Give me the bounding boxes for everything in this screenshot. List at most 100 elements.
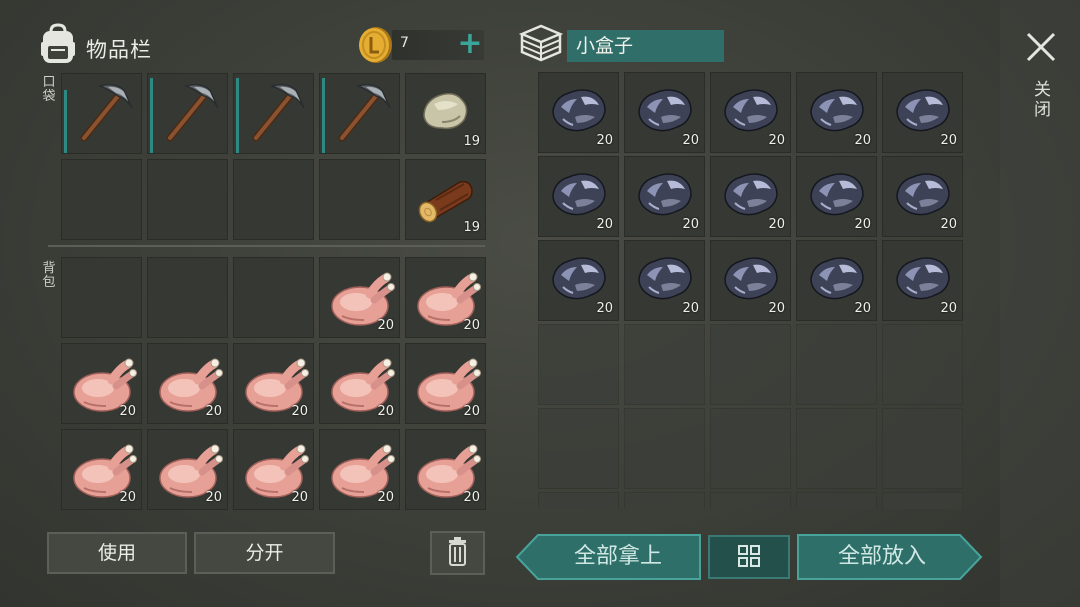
empty-slot[interactable] <box>624 324 705 405</box>
slot-chicken[interactable]: 20 <box>233 429 314 510</box>
slot-iron-ore[interactable]: 20 <box>538 156 619 237</box>
slot-iron-ore[interactable]: 20 <box>538 72 619 153</box>
box-name-field[interactable]: 小盒子 <box>567 30 724 62</box>
empty-slot[interactable] <box>61 159 142 240</box>
empty-slot[interactable] <box>624 492 705 509</box>
item-quantity: 20 <box>854 301 871 316</box>
slot-chicken[interactable]: 20 <box>319 257 400 338</box>
slot-pickaxe[interactable] <box>319 73 400 154</box>
empty-slot[interactable] <box>147 257 228 338</box>
empty-slot[interactable] <box>624 408 705 489</box>
empty-slot[interactable] <box>882 324 963 405</box>
close-icon[interactable] <box>1024 30 1058 64</box>
item-quantity: 20 <box>119 490 136 505</box>
item-quantity: 20 <box>205 490 222 505</box>
slot-iron-ore[interactable]: 20 <box>882 240 963 321</box>
item-quantity: 20 <box>768 133 785 148</box>
slot-chicken[interactable]: 20 <box>147 343 228 424</box>
grid-view-icon <box>738 545 760 567</box>
backpack-icon <box>41 23 75 63</box>
empty-slot[interactable] <box>538 492 619 509</box>
durability-bar <box>236 78 239 153</box>
slot-stone[interactable]: 19 <box>405 73 486 154</box>
empty-slot[interactable] <box>538 324 619 405</box>
empty-slot[interactable] <box>233 257 314 338</box>
durability-bar <box>150 78 153 153</box>
empty-slot[interactable] <box>233 159 314 240</box>
pickaxe-icon <box>166 83 219 142</box>
pickaxe-icon <box>80 83 133 142</box>
box-grid: 20 20 20 20 20 20 20 20 20 20 20 20 20 2… <box>537 72 965 509</box>
slot-iron-ore[interactable]: 20 <box>624 72 705 153</box>
slot-iron-ore[interactable]: 20 <box>710 156 791 237</box>
item-quantity: 20 <box>596 217 613 232</box>
slot-chicken[interactable]: 20 <box>319 429 400 510</box>
item-quantity: 20 <box>682 301 699 316</box>
empty-slot[interactable] <box>796 324 877 405</box>
slot-log[interactable]: 19 <box>405 159 486 240</box>
empty-slot[interactable] <box>147 159 228 240</box>
item-quantity: 20 <box>291 490 308 505</box>
slot-iron-ore[interactable]: 20 <box>538 240 619 321</box>
slot-iron-ore[interactable]: 20 <box>624 156 705 237</box>
item-quantity: 20 <box>854 133 871 148</box>
item-quantity: 20 <box>682 133 699 148</box>
slot-chicken[interactable]: 20 <box>61 343 142 424</box>
use-button[interactable]: 使用 <box>47 532 187 574</box>
split-button[interactable]: 分开 <box>194 532 335 574</box>
empty-slot[interactable] <box>796 408 877 489</box>
slot-iron-ore[interactable]: 20 <box>882 72 963 153</box>
slot-iron-ore[interactable]: 20 <box>710 72 791 153</box>
empty-slot[interactable] <box>319 159 400 240</box>
item-quantity: 20 <box>940 217 957 232</box>
trash-icon <box>449 537 466 566</box>
empty-slot[interactable] <box>882 492 963 509</box>
item-quantity: 20 <box>940 133 957 148</box>
pocket-section-label: 口袋 <box>42 75 56 104</box>
put-all-button[interactable]: 全部放入 <box>798 535 966 579</box>
item-quantity: 20 <box>377 318 394 333</box>
pickaxe-icon <box>252 83 305 142</box>
slot-chicken[interactable]: 20 <box>147 429 228 510</box>
slot-chicken[interactable]: 20 <box>405 343 486 424</box>
empty-slot[interactable] <box>710 492 791 509</box>
empty-slot[interactable] <box>61 257 142 338</box>
slot-iron-ore[interactable]: 20 <box>796 240 877 321</box>
slot-iron-ore[interactable]: 20 <box>796 72 877 153</box>
slot-iron-ore[interactable]: 20 <box>624 240 705 321</box>
slot-chicken[interactable]: 20 <box>405 257 486 338</box>
item-quantity: 20 <box>596 301 613 316</box>
slot-pickaxe[interactable] <box>233 73 314 154</box>
item-quantity: 20 <box>768 301 785 316</box>
item-quantity: 19 <box>463 134 480 149</box>
take-all-button[interactable]: 全部拿上 <box>536 535 700 579</box>
empty-slot[interactable] <box>538 408 619 489</box>
durability-bar <box>322 78 325 153</box>
durability-bar <box>64 90 67 153</box>
slot-chicken[interactable]: 20 <box>61 429 142 510</box>
empty-slot[interactable] <box>710 324 791 405</box>
slot-pickaxe[interactable] <box>147 73 228 154</box>
trash-button[interactable] <box>430 531 485 575</box>
empty-slot[interactable] <box>882 408 963 489</box>
item-quantity: 20 <box>463 490 480 505</box>
item-quantity: 20 <box>854 217 871 232</box>
slot-iron-ore[interactable]: 20 <box>882 156 963 237</box>
slot-iron-ore[interactable]: 20 <box>710 240 791 321</box>
empty-slot[interactable] <box>710 408 791 489</box>
slot-pickaxe[interactable] <box>61 73 142 154</box>
slot-iron-ore[interactable]: 20 <box>796 156 877 237</box>
item-quantity: 20 <box>940 301 957 316</box>
slot-chicken[interactable]: 20 <box>233 343 314 424</box>
coin-counter: 7 + <box>392 29 484 60</box>
slot-chicken[interactable]: 20 <box>319 343 400 424</box>
add-coins-button[interactable]: + <box>456 29 484 60</box>
grid-view-button[interactable] <box>708 535 790 579</box>
slot-chicken[interactable]: 20 <box>405 429 486 510</box>
empty-slot[interactable] <box>796 492 877 509</box>
close-button-label[interactable]: 关闭 <box>1034 80 1051 120</box>
box-icon <box>518 24 564 62</box>
item-quantity: 20 <box>463 318 480 333</box>
inventory-title: 物品栏 <box>86 38 152 62</box>
item-quantity: 20 <box>205 404 222 419</box>
